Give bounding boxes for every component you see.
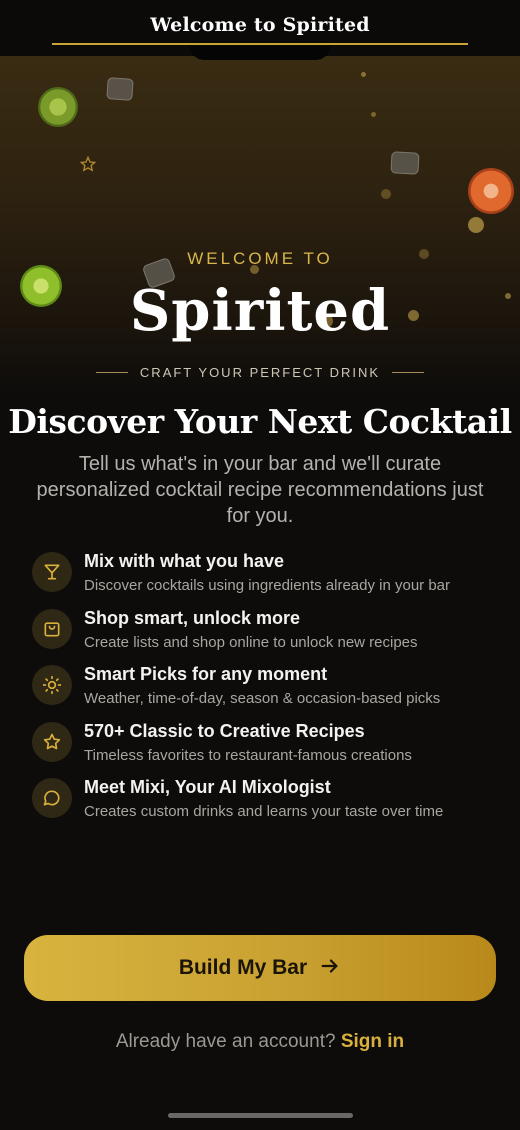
welcome-label: WELCOME TO [187, 249, 333, 268]
orange-slice-icon [468, 168, 514, 214]
lime-slice-icon [38, 87, 78, 127]
tagline-divider [392, 371, 425, 373]
sun-icon [32, 665, 72, 705]
feature-description: Discover cocktails using ingredients alr… [84, 577, 451, 594]
tagline: CRAFT YOUR PERFECT DRINK [0, 363, 520, 381]
feature-description: Weather, time-of-day, season & occasion-… [84, 690, 441, 707]
bubble-icon [468, 217, 484, 233]
star-icon [32, 721, 72, 762]
hero-banner [0, 56, 520, 396]
brand-name: Spirited [129, 278, 391, 344]
top-bar-title: Welcome to Spirited [150, 14, 370, 36]
arrow-right-icon [319, 955, 341, 982]
feature-title: 570+ Classic to Creative Recipes [84, 720, 365, 741]
feature-title: Meet Mixi, Your AI Mixologist [84, 777, 331, 797]
feature-item: Shop smart, unlock more Create lists and… [32, 608, 502, 665]
build-my-bar-label: Build My Bar [178, 956, 308, 979]
signin-row: Already have an account? Sign in [0, 1031, 520, 1053]
bubble-icon [381, 189, 391, 199]
sign-in-link[interactable]: Sign in [341, 1031, 404, 1052]
feature-title: Smart Picks for any moment [84, 664, 328, 684]
feature-title: Shop smart, unlock more [84, 607, 301, 628]
ice-cube-icon [390, 151, 420, 175]
device-notch [190, 46, 330, 60]
feature-list: Mix with what you have Discover cocktail… [32, 551, 502, 834]
feature-title: Mix with what you have [84, 551, 285, 571]
page-subtext: Tell us what's in your bar and we'll cur… [36, 453, 484, 527]
feature-description: Timeless favorites to restaurant-famous … [84, 746, 412, 764]
feature-item: Smart Picks for any moment Weather, time… [32, 664, 502, 721]
tagline-divider [95, 371, 128, 373]
feature-item: Meet Mixi, Your AI Mixologist Creates cu… [32, 777, 502, 834]
home-indicator[interactable] [168, 1113, 353, 1118]
tagline-text: CRAFT YOUR PERFECT DRINK [139, 364, 381, 380]
feature-description: Creates custom drinks and learns your ta… [84, 803, 444, 820]
shopping-bag-icon [32, 608, 72, 649]
cocktail-glass-icon [32, 552, 72, 592]
feature-item: 570+ Classic to Creative Recipes Timeles… [32, 721, 502, 778]
top-bar-underline [52, 43, 468, 45]
feature-item: Mix with what you have Discover cocktail… [32, 551, 502, 608]
star-icon [79, 155, 97, 177]
page-headline: Discover Your Next Cocktail [8, 402, 512, 441]
chat-bubble-icon [32, 778, 72, 818]
feature-description: Create lists and shop online to unlock n… [84, 633, 418, 651]
signin-prompt: Already have an account? [115, 1031, 336, 1052]
build-my-bar-button[interactable]: Build My Bar [24, 935, 496, 1001]
bubble-icon [361, 72, 366, 77]
bubble-icon [371, 112, 376, 117]
ice-cube-icon [106, 77, 134, 101]
